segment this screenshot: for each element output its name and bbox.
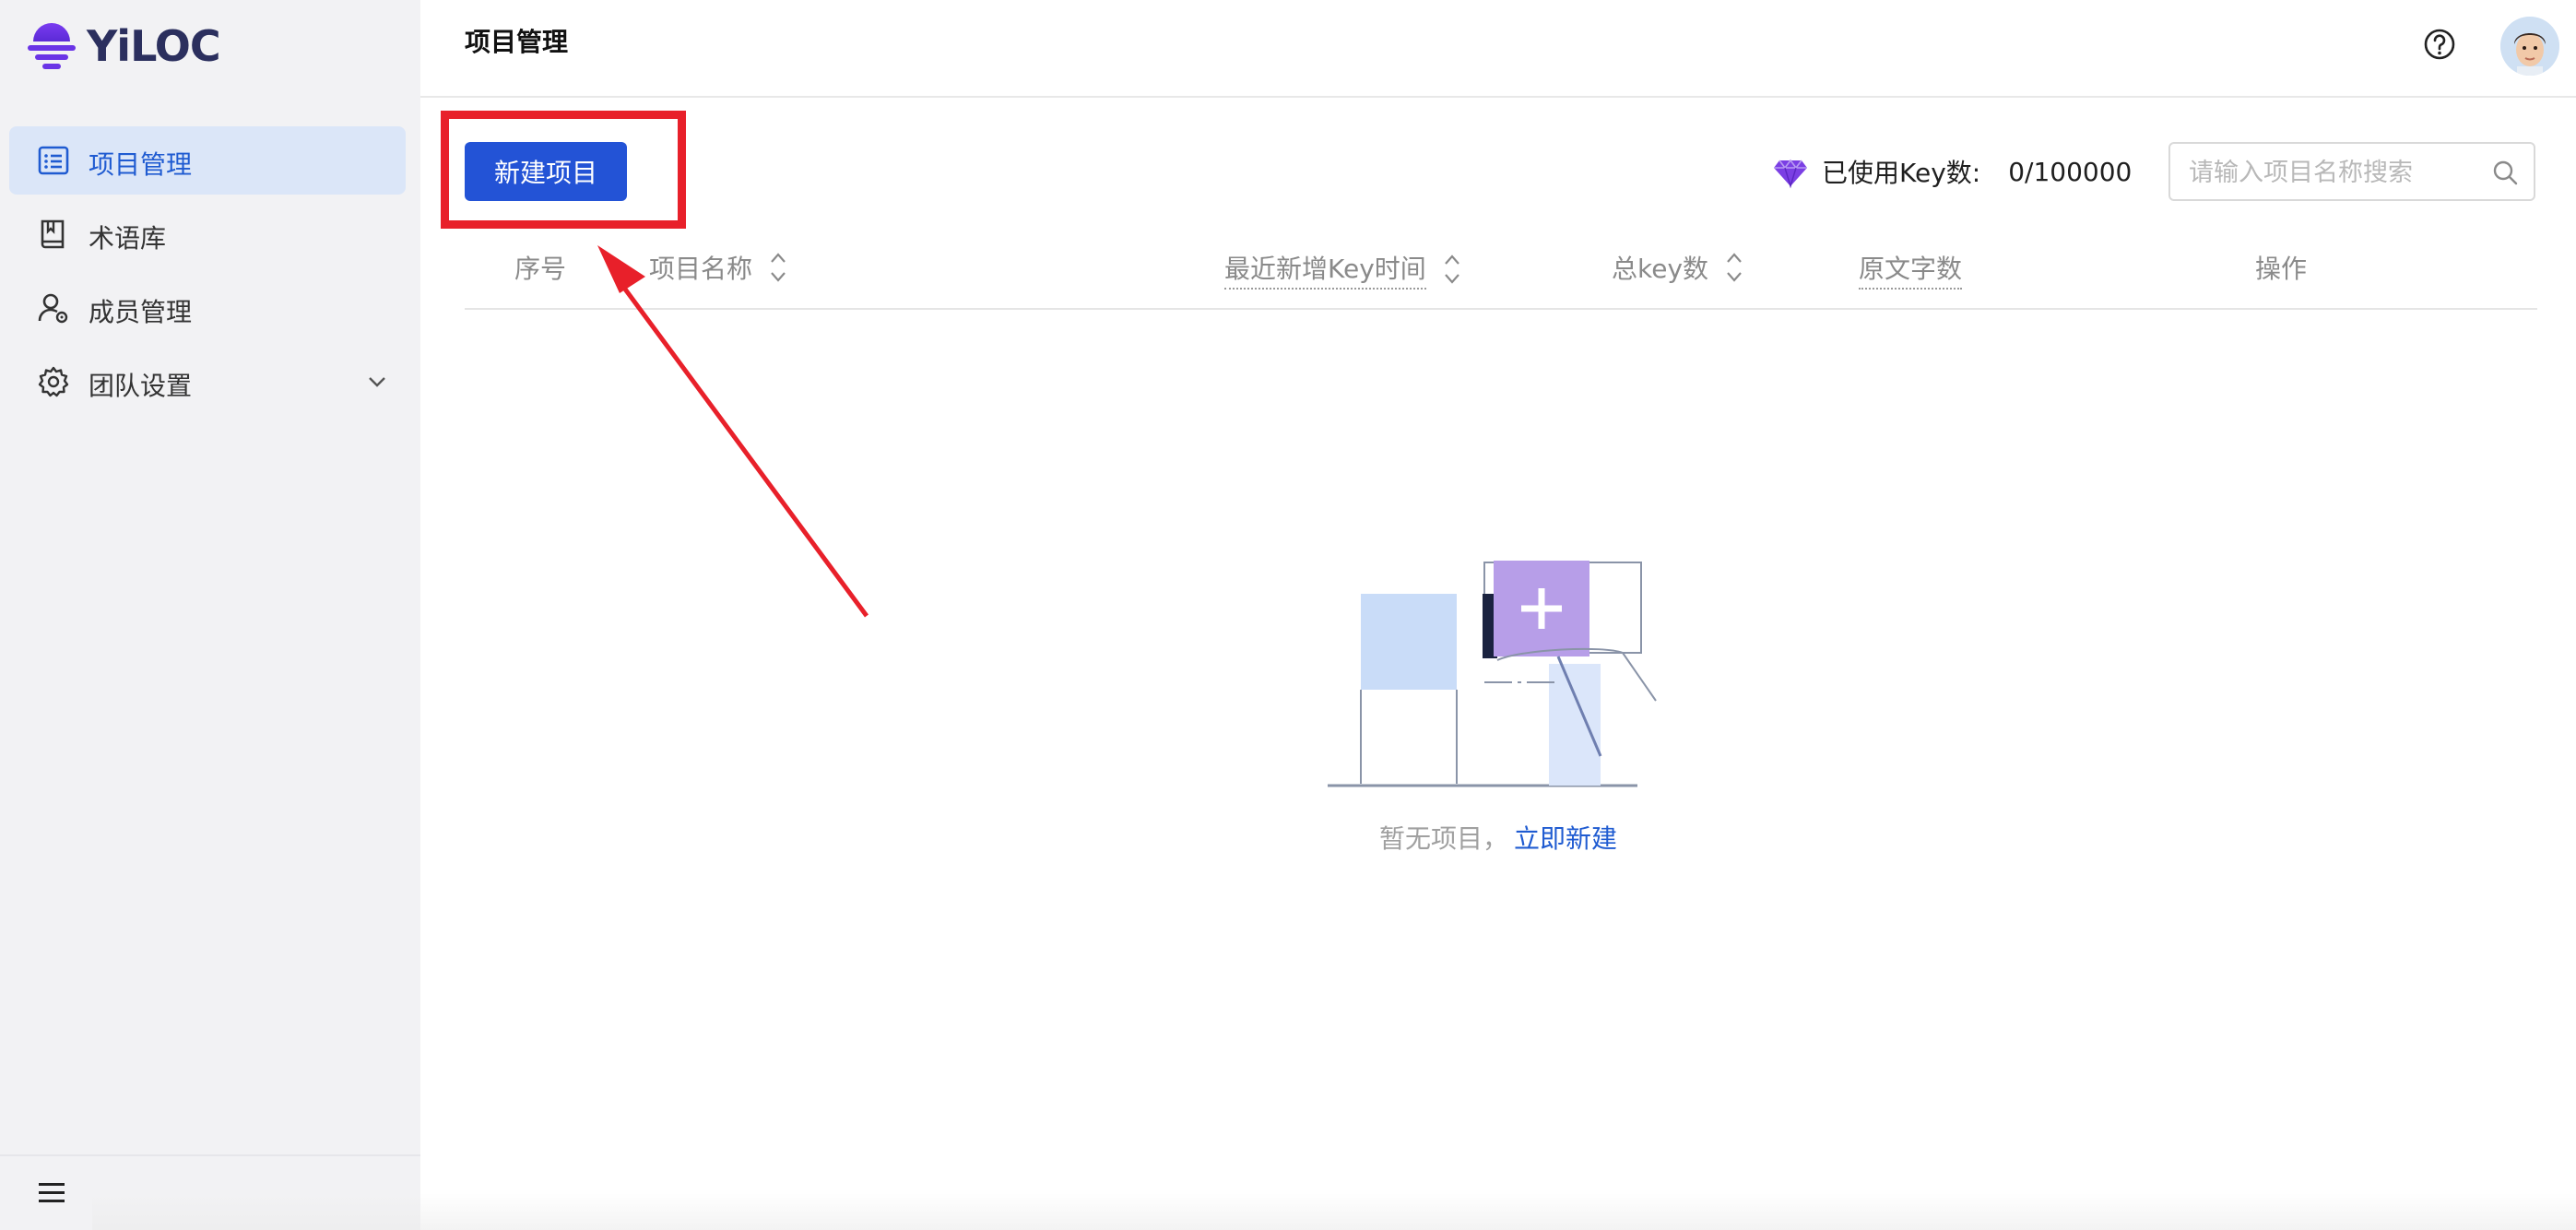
column-label: 操作 (2255, 254, 2308, 284)
column-label: 总key数 (1612, 254, 1709, 284)
top-header: 项目管理 (420, 0, 2576, 98)
empty-state-illustration (1328, 561, 1657, 787)
column-total-keys[interactable]: 总key数 (1612, 249, 1743, 286)
sidebar-item-projects[interactable]: 项目管理 (9, 126, 406, 195)
column-label: 最近新增Key时间 (1224, 249, 1426, 290)
sidebar-item-label: 术语库 (89, 223, 167, 254)
sort-icon[interactable] (1725, 249, 1743, 286)
logo-mark-icon (28, 23, 76, 69)
page-title: 项目管理 (465, 27, 569, 57)
search-input[interactable] (2187, 153, 2486, 192)
sidebar: YiLOC 项目管理 术语库 成员管理 团队设置 (0, 0, 420, 1230)
search-icon[interactable] (2491, 159, 2519, 186)
table-header: 序号 项目名称 最近新增Key时间 总key数 原文字数 操作 (465, 231, 2537, 310)
member-settings-icon (38, 293, 68, 324)
column-actions: 操作 (2255, 249, 2307, 286)
project-list-icon (38, 146, 69, 175)
column-index: 序号 (514, 249, 566, 286)
column-project-name[interactable]: 项目名称 (649, 249, 787, 286)
key-usage-label: 已使用Key数: (1822, 158, 1981, 188)
chevron-down-icon[interactable] (367, 372, 387, 392)
book-icon (41, 219, 65, 249)
logo-text: YiLOC (87, 21, 221, 71)
sort-icon[interactable] (769, 249, 787, 286)
column-label: 序号 (514, 254, 567, 284)
diamond-icon (1774, 159, 1807, 189)
annotation-highlight-box (441, 111, 686, 229)
column-label: 项目名称 (649, 254, 753, 284)
help-circle-icon[interactable] (2423, 28, 2456, 61)
project-search (2168, 142, 2535, 201)
gear-icon (38, 366, 69, 397)
brand-logo[interactable]: YiLOC (28, 18, 221, 74)
column-last-key-time[interactable]: 最近新增Key时间 (1224, 249, 1461, 290)
avatar-face-icon (2500, 17, 2559, 76)
key-usage-count: 0/100000 (2008, 156, 2133, 187)
sidebar-item-label: 团队设置 (89, 371, 193, 401)
sidebar-item-label: 项目管理 (89, 149, 193, 180)
user-avatar[interactable] (2500, 17, 2559, 76)
hamburger-menu-icon[interactable] (37, 1180, 66, 1206)
sidebar-item-glossary[interactable]: 术语库 (9, 200, 406, 268)
sidebar-item-label: 成员管理 (89, 297, 193, 327)
empty-state-message: 暂无项目， 立即新建 (1379, 819, 1617, 856)
empty-state-text: 暂无项目， (1379, 823, 1509, 854)
sidebar-item-team-settings[interactable]: 团队设置 (9, 348, 406, 416)
bottom-shadow (92, 1193, 2576, 1230)
key-usage-indicator: 已使用Key数: 0/100000 (1772, 151, 2132, 192)
sort-icon[interactable] (1443, 251, 1461, 288)
column-label: 原文字数 (1859, 249, 1963, 290)
create-now-link[interactable]: 立即新建 (1514, 823, 1617, 854)
column-source-word-count: 原文字数 (1859, 249, 1963, 290)
sidebar-nav: 项目管理 术语库 成员管理 团队设置 (9, 126, 406, 421)
sidebar-item-members[interactable]: 成员管理 (9, 274, 406, 342)
